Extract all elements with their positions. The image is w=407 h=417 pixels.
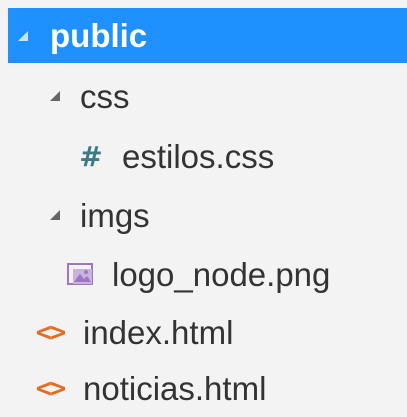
folder-label: public [50, 17, 148, 54]
html-file-icon: <> [35, 372, 67, 404]
html-file-icon: <> [35, 316, 67, 348]
file-noticias-html[interactable]: <> noticias.html [0, 359, 407, 417]
file-label: index.html [83, 313, 234, 351]
file-explorer-tree: public css # estilos.css imgs logo_node.… [0, 0, 407, 417]
file-logo-node-png[interactable]: logo_node.png [0, 245, 407, 303]
folder-label: css [80, 77, 130, 115]
folder-public[interactable]: public [8, 8, 407, 63]
caret-down-icon[interactable] [50, 91, 60, 101]
caret-down-icon[interactable] [18, 30, 28, 41]
file-estilos-css[interactable]: # estilos.css [0, 127, 407, 185]
folder-imgs[interactable]: imgs [0, 186, 407, 244]
image-file-icon [66, 262, 94, 286]
file-label: estilos.css [122, 137, 275, 175]
folder-label: imgs [80, 196, 150, 234]
file-label: logo_node.png [112, 255, 331, 293]
folder-css[interactable]: css [0, 67, 407, 125]
caret-down-icon[interactable] [50, 210, 60, 220]
css-file-icon: # [79, 139, 103, 173]
file-label: noticias.html [83, 369, 267, 407]
file-index-html[interactable]: <> index.html [0, 303, 407, 361]
